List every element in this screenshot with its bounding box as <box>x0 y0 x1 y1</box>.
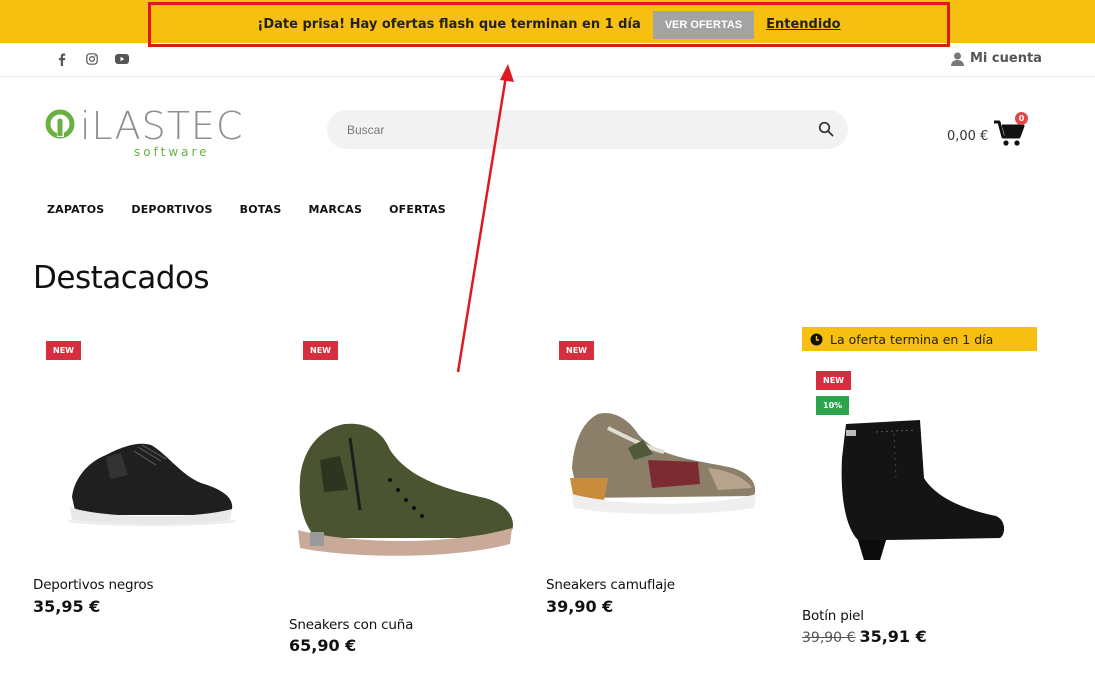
search-icon[interactable] <box>818 121 834 137</box>
cart-count-badge: 0 <box>1015 112 1028 125</box>
nav-zapatos[interactable]: ZAPATOS <box>47 203 104 216</box>
product-name[interactable]: Sneakers con cuña <box>289 617 413 633</box>
new-badge: NEW <box>559 341 594 360</box>
promo-highlight-box: ¡Date prisa! Hay ofertas flash que termi… <box>148 2 950 47</box>
product-image-camo-sneaker[interactable] <box>568 408 758 516</box>
nav-marcas[interactable]: MARCAS <box>308 203 362 216</box>
nav-deportivos[interactable]: DEPORTIVOS <box>131 203 212 216</box>
nav-botas[interactable]: BOTAS <box>240 203 282 216</box>
search-bar <box>327 110 848 149</box>
product-name[interactable]: Deportivos negros <box>33 577 153 593</box>
top-bar: Mi cuenta <box>0 43 1095 77</box>
section-title: Destacados <box>33 260 210 296</box>
cart-total[interactable]: 0,00 € <box>947 129 988 144</box>
product-price: 35,91 € <box>859 627 927 646</box>
main-nav: ZAPATOS DEPORTIVOS BOTAS MARCAS OFERTAS <box>47 203 446 216</box>
new-badge: NEW <box>46 341 81 360</box>
nav-ofertas[interactable]: OFERTAS <box>389 203 446 216</box>
brand-tagline: software <box>134 145 210 159</box>
user-icon <box>951 52 964 66</box>
brand-name: iLASTEC <box>80 104 243 148</box>
new-badge: NEW <box>303 341 338 360</box>
dismiss-link[interactable]: Entendido <box>766 17 840 32</box>
product-price-group: 39,90 €35,91 € <box>802 627 927 646</box>
product-name[interactable]: Botín piel <box>802 608 864 624</box>
product-image-wedge-sneaker[interactable] <box>290 420 518 560</box>
view-offers-button[interactable]: VER OFERTAS <box>652 10 755 39</box>
account-label: Mi cuenta <box>970 51 1042 66</box>
search-input[interactable] <box>347 110 817 149</box>
old-price: 39,90 € <box>802 630 856 646</box>
annotation-arrow <box>456 64 514 373</box>
facebook-icon[interactable] <box>55 52 69 66</box>
product-price: 39,90 € <box>546 597 614 616</box>
offer-countdown-text: La oferta termina en 1 día <box>830 331 994 347</box>
product-price: 35,95 € <box>33 597 101 616</box>
product-image-ankle-boot[interactable] <box>836 418 1006 560</box>
product-price: 65,90 € <box>289 636 357 655</box>
product-image-sneaker-black[interactable] <box>66 435 238 527</box>
new-badge: NEW <box>816 371 851 390</box>
account-link[interactable]: Mi cuenta <box>951 51 1042 66</box>
promo-message: ¡Date prisa! Hay ofertas flash que termi… <box>257 17 641 32</box>
brand-logo[interactable]: iLASTEC software <box>44 104 276 160</box>
youtube-icon[interactable] <box>115 52 129 66</box>
instagram-icon[interactable] <box>85 52 99 66</box>
offer-countdown: La oferta termina en 1 día <box>802 327 1037 351</box>
promo-bar: ¡Date prisa! Hay ofertas flash que termi… <box>0 0 1095 47</box>
product-name[interactable]: Sneakers camuflaje <box>546 577 675 593</box>
clock-icon <box>810 333 823 345</box>
social-links <box>55 52 129 66</box>
discount-badge: 10% <box>816 396 850 415</box>
